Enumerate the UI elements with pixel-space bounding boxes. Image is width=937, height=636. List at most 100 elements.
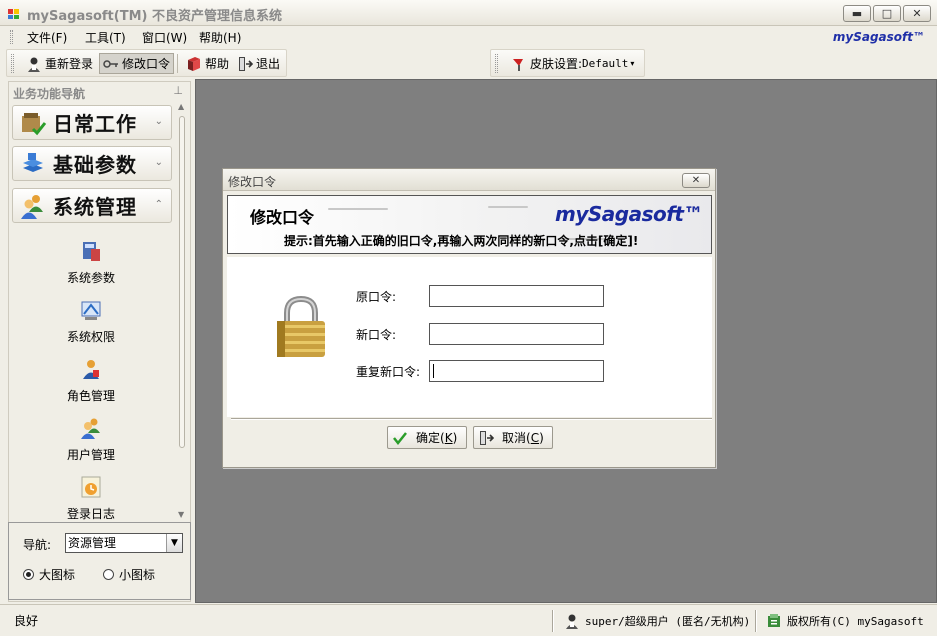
status-bar: 良好 super/超级用户 (匿名/无机构) 版权所有(C) mySagasof… xyxy=(0,604,937,636)
status-ready: 良好 xyxy=(14,614,39,628)
nav-select-value: 资源管理 xyxy=(68,536,117,550)
login-log-icon xyxy=(81,476,101,498)
app-icon xyxy=(8,9,19,19)
radio-large-icons[interactable]: 大图标 xyxy=(23,566,75,583)
menu-file[interactable]: 文件(F) xyxy=(27,29,67,46)
exit-button[interactable]: 退出 xyxy=(234,53,283,74)
close-icon: ✕ xyxy=(912,7,922,20)
users-icon xyxy=(81,418,100,439)
dialog-hint: 提示:首先输入正确的旧口令,再输入两次同样的新口令,点击[确定]! xyxy=(284,234,639,248)
chevron-down-icon: ⌄ xyxy=(154,157,163,168)
close-icon: ✕ xyxy=(691,175,701,186)
nav-group-system-management[interactable]: 系统管理 ⌃ xyxy=(12,188,172,223)
nav-scrollbar[interactable]: ▲ ▼ xyxy=(178,102,188,520)
ok-accelerator: K xyxy=(444,430,453,445)
new-password-input[interactable] xyxy=(429,323,604,345)
toolbar-separator xyxy=(177,54,178,73)
nav-options: 导航: 资源管理 ▼ 大图标 小图标 xyxy=(8,522,191,600)
old-password-input[interactable] xyxy=(429,285,604,307)
menu-window[interactable]: 窗口(W) xyxy=(142,29,187,46)
stack-icon xyxy=(23,152,43,172)
exit-label: 退出 xyxy=(256,57,281,71)
maximize-icon: □ xyxy=(881,7,893,20)
cancel-accelerator: C xyxy=(530,430,540,445)
dialog-title-bar[interactable]: 修改口令 ✕ xyxy=(223,169,715,191)
skin-settings-dropdown[interactable]: 皮肤设置: Default ▾ xyxy=(508,53,637,74)
cancel-close-paren: ) xyxy=(539,430,544,445)
dialog-banner: 修改口令 mySagasoft™ 提示:首先输入正确的旧口令,再输入两次同样的新… xyxy=(227,195,712,254)
nav-group-label: 日常工作 xyxy=(53,112,137,136)
nav-group-label: 基础参数 xyxy=(53,153,137,177)
menu-help[interactable]: 帮助(H) xyxy=(199,29,241,46)
radio-small-label: 小图标 xyxy=(119,568,156,582)
status-user: super/超级用户 (匿名/无机构) xyxy=(564,611,750,631)
cancel-label: 取消( xyxy=(502,431,531,445)
ok-button[interactable]: 确定(K) xyxy=(387,426,467,449)
nav-group-label: 系统管理 xyxy=(53,195,137,219)
skin-toolbar: 皮肤设置: Default ▾ xyxy=(490,49,645,77)
radio-small-icons[interactable]: 小图标 xyxy=(103,566,155,583)
nav-item-role-management[interactable]: 角色管理 xyxy=(53,357,129,404)
repeat-password-label: 重复新口令: xyxy=(356,365,421,379)
minimize-button[interactable]: ▬ xyxy=(843,5,871,22)
radio-dot xyxy=(103,569,114,580)
scroll-thumb[interactable] xyxy=(179,116,185,448)
old-password-label: 原口令: xyxy=(356,290,397,304)
nav-item-system-params[interactable]: 系统参数 xyxy=(53,239,129,286)
nav-item-login-log[interactable]: 登录日志 xyxy=(53,475,129,522)
menu-bar: 文件(F) 工具(T) 窗口(W) 帮助(H) mySagasoft™ xyxy=(0,27,937,47)
toolbar-grip[interactable] xyxy=(11,54,14,73)
relogin-button[interactable]: 重新登录 xyxy=(23,53,96,74)
title-bar: mySagasoft(TM) 不良资产管理信息系统 ▬ □ ✕ xyxy=(0,0,937,26)
change-password-button[interactable]: 修改口令 xyxy=(99,53,175,74)
chevron-down-icon: ⌄ xyxy=(154,116,163,127)
nav-item-user-management[interactable]: 用户管理 xyxy=(53,416,129,463)
main-toolbar: 重新登录 修改口令 帮助 退出 xyxy=(6,49,287,77)
checkmark-icon xyxy=(393,431,407,445)
exit-door-icon xyxy=(239,56,253,71)
status-copyright-text: 版权所有(C) mySagasoft xyxy=(787,615,924,628)
ok-label: 确定( xyxy=(416,431,445,445)
help-button[interactable]: 帮助 xyxy=(183,53,232,74)
chevron-up-icon: ⌃ xyxy=(154,199,163,210)
dropdown-arrow-icon[interactable]: ▼ xyxy=(166,534,182,552)
skin-settings-label: 皮肤设置: xyxy=(530,57,583,71)
maximize-button[interactable]: □ xyxy=(873,5,901,22)
users-icon xyxy=(21,194,43,219)
dialog-body: 原口令: 新口令: 重复新口令: xyxy=(227,257,712,417)
dialog-heading: 修改口令 xyxy=(250,208,315,227)
nav-item-label: 系统权限 xyxy=(66,330,115,344)
dropdown-arrow-icon: ▾ xyxy=(630,59,635,68)
pin-icon[interactable]: ⊥ xyxy=(173,84,183,97)
copyright-icon xyxy=(768,614,780,627)
dialog-logo: mySagasoft™ xyxy=(555,202,704,226)
briefcase-icon xyxy=(22,112,47,135)
change-password-dialog: 修改口令 ✕ 修改口令 mySagasoft™ 提示:首先输入正确的旧口令,再输… xyxy=(222,168,716,468)
nav-group-basic-params[interactable]: 基础参数 ⌄ xyxy=(12,146,172,181)
menu-tools[interactable]: 工具(T) xyxy=(85,29,126,46)
nav-select[interactable]: 资源管理 ▼ xyxy=(65,533,183,553)
user-icon xyxy=(566,614,578,629)
status-user-text: super/超级用户 (匿名/无机构) xyxy=(585,615,751,628)
menu-grip[interactable] xyxy=(10,30,13,44)
user-login-icon xyxy=(28,57,40,72)
cancel-button[interactable]: 取消(C) xyxy=(473,426,553,449)
nav-item-label: 角色管理 xyxy=(66,389,115,403)
scroll-up-icon[interactable]: ▲ xyxy=(178,102,184,111)
help-label: 帮助 xyxy=(205,57,230,71)
dialog-title: 修改口令 xyxy=(228,175,277,189)
brand-logo: mySagasoft™ xyxy=(832,30,925,44)
nav-group-daily-work[interactable]: 日常工作 ⌄ xyxy=(12,105,172,140)
repeat-password-input[interactable] xyxy=(429,360,604,382)
radio-dot-checked xyxy=(23,569,34,580)
close-window-button[interactable]: ✕ xyxy=(903,5,931,22)
role-icon xyxy=(83,360,99,379)
nav-item-system-permissions[interactable]: 系统权限 xyxy=(53,298,129,345)
system-params-icon xyxy=(83,242,100,261)
dialog-close-button[interactable]: ✕ xyxy=(682,173,710,188)
key-icon xyxy=(103,59,118,68)
nav-item-label: 系统参数 xyxy=(66,271,115,285)
change-password-label: 修改口令 xyxy=(122,57,171,71)
scroll-down-icon[interactable]: ▼ xyxy=(178,510,184,519)
skin-toolbar-grip[interactable] xyxy=(495,54,498,73)
